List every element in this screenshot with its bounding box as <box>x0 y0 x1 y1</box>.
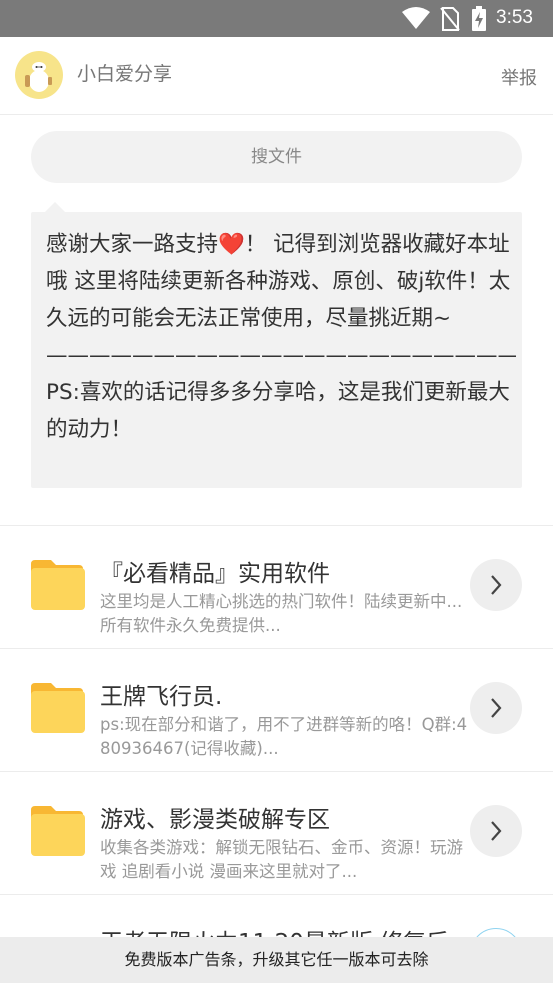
search-input[interactable]: 搜文件 <box>31 131 522 183</box>
header: 小白爱分享 举报 <box>0 37 553 115</box>
report-button[interactable]: 举报 <box>501 64 537 90</box>
list-item[interactable]: 游戏、影漫类破解专区 收集各类游戏：解锁无限钻石、金币、资源！玩游戏 追剧看小说… <box>0 772 553 894</box>
status-time: 3:53 <box>496 7 533 28</box>
user-name[interactable]: 小白爱分享 <box>77 59 172 86</box>
ad-banner[interactable]: 免费版本广告条，升级其它任一版本可去除 <box>0 937 553 983</box>
item-desc: 收集各类游戏：解锁无限钻石、金币、资源！玩游戏 追剧看小说 漫画来这里就对了..… <box>100 838 463 881</box>
avatar[interactable] <box>15 51 63 99</box>
chevron-right-button[interactable] <box>470 805 522 857</box>
item-title: 王牌飞行员. <box>100 684 223 710</box>
item-title: 游戏、影漫类破解专区 <box>100 807 330 833</box>
item-title: 『必看精品』实用软件 <box>100 561 330 587</box>
status-bar: 3:53 <box>0 0 553 37</box>
folder-icon <box>31 806 85 856</box>
folder-icon <box>31 560 85 610</box>
no-sim-icon <box>440 7 460 31</box>
chevron-right-icon <box>491 575 502 595</box>
item-desc: ps:现在部分和谐了，用不了进群等新的咯！Q群:480936467(记得收藏).… <box>100 715 468 758</box>
battery-charging-icon <box>472 6 486 31</box>
notice-bubble: 感谢大家一路支持❤️！ 记得到浏览器收藏好本址哦 这里将陆续更新各种游戏、原创、… <box>31 202 522 488</box>
wifi-icon <box>402 7 430 29</box>
list-item[interactable]: 王牌飞行员. ps:现在部分和谐了，用不了进群等新的咯！Q群:480936467… <box>0 649 553 771</box>
item-desc: 这里均是人工精心挑选的热门软件！陆续更新中...所有软件永久免费提供... <box>100 592 463 635</box>
chevron-right-button[interactable] <box>470 559 522 611</box>
folder-icon <box>31 683 85 733</box>
list-item[interactable]: 『必看精品』实用软件 这里均是人工精心挑选的热门软件！陆续更新中...所有软件永… <box>0 526 553 648</box>
chevron-right-icon <box>491 821 502 841</box>
chevron-right-button[interactable] <box>470 682 522 734</box>
chevron-right-icon <box>491 698 502 718</box>
notice-text: 感谢大家一路支持❤️！ 记得到浏览器收藏好本址哦 这里将陆续更新各种游戏、原创、… <box>46 232 516 442</box>
baymax-avatar-icon <box>25 62 52 92</box>
